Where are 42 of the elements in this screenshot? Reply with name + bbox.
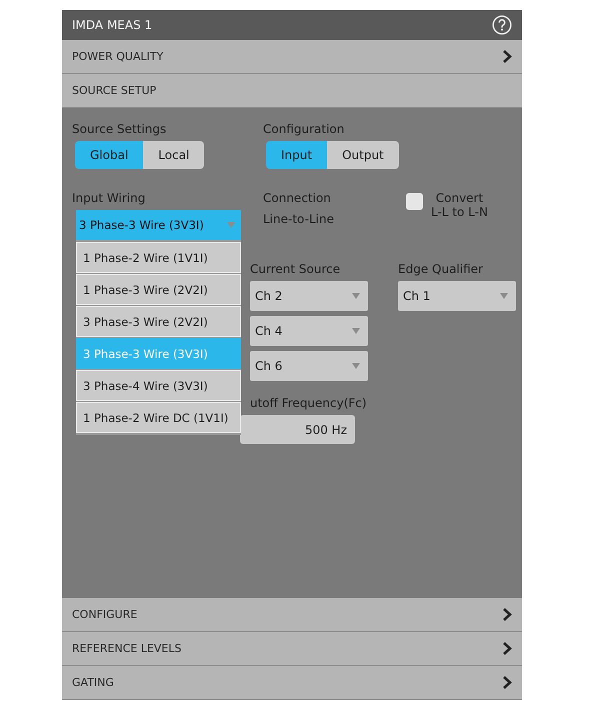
wiring-dropdown[interactable]: 3 Phase-3 Wire (3V3I): [76, 210, 241, 240]
chevron-icon: [503, 50, 512, 63]
checkbox-label: Convert: [436, 191, 484, 206]
frequency-field[interactable]: 500 Hz: [240, 415, 355, 444]
edge-dropdown[interactable]: Ch 1: [398, 281, 516, 311]
chevron-icon: [503, 642, 512, 655]
caret-icon: [500, 293, 508, 299]
field-label: Configuration: [263, 122, 344, 136]
toggle-button[interactable]: Local: [143, 141, 204, 169]
menu-item[interactable]: 1 Phase-2 Wire DC (1V1I): [76, 402, 241, 433]
field-label: Current Source: [250, 262, 342, 276]
source-dropdown[interactable]: Ch 4: [250, 316, 368, 346]
field-label: Edge Qualifier: [398, 262, 484, 276]
chevron-icon: [503, 676, 512, 689]
checkbox-label: L-L to L-N: [431, 205, 488, 220]
section-header[interactable]: GATING: [62, 666, 522, 700]
toggle-button[interactable]: Global: [75, 141, 144, 169]
field-label: utoff Frequency(Fc): [250, 396, 368, 410]
caret-icon: [352, 328, 360, 334]
source-dropdown[interactable]: Ch 6: [250, 351, 368, 381]
field-label: Connection: [263, 191, 331, 205]
panel-title: IMDA MEAS 1: [72, 18, 152, 32]
section-header[interactable]: CONFIGURE: [62, 598, 522, 632]
caret-icon: [352, 363, 360, 369]
menu-item[interactable]: 3 Phase-4 Wire (3V3I): [76, 370, 241, 401]
toggle-button[interactable]: Output: [327, 141, 399, 169]
connection-value: Line-to-Line: [263, 212, 335, 226]
field-label: Input Wiring: [72, 191, 146, 205]
field-label: Source Settings: [72, 122, 166, 136]
convert-checkbox[interactable]: [406, 193, 423, 210]
caret-icon: [352, 293, 360, 299]
section-header[interactable]: SOURCE SETUP: [62, 74, 522, 108]
source-dropdown[interactable]: Ch 2: [250, 281, 368, 311]
section-header[interactable]: REFERENCE LEVELS: [62, 632, 522, 666]
chevron-icon: [503, 608, 512, 621]
section-header[interactable]: POWER QUALITY: [62, 40, 522, 74]
caret-icon: [227, 222, 235, 228]
menu-item[interactable]: 1 Phase-2 Wire (1V1I): [76, 242, 241, 273]
menu-item[interactable]: 1 Phase-3 Wire (2V2I): [76, 274, 241, 305]
toggle-button[interactable]: Input: [266, 141, 328, 169]
help-icon[interactable]: [492, 15, 512, 35]
menu-item[interactable]: 3 Phase-3 Wire (2V2I): [76, 306, 241, 337]
